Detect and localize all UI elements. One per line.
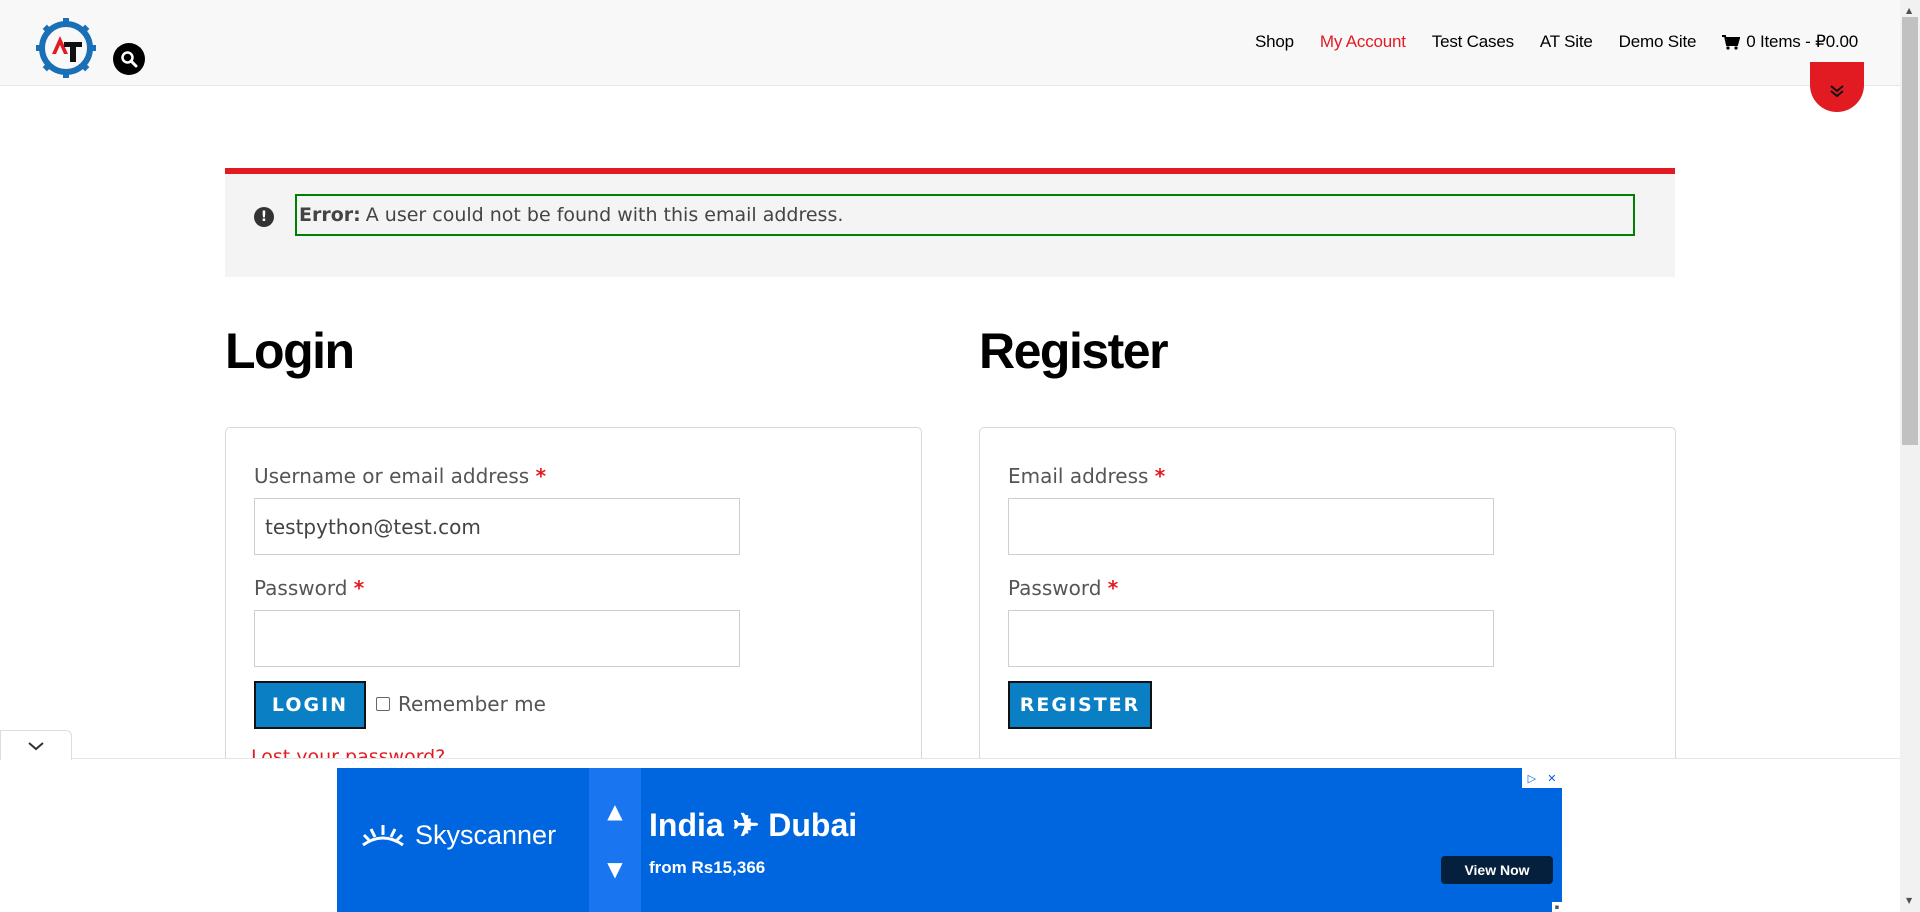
advertisement-banner[interactable]: Skyscanner ▲ ▼ India ✈ Dubai from Rs15,3… <box>337 768 1562 912</box>
site-logo[interactable] <box>34 16 102 84</box>
ad-choices[interactable]: ▷ ✕ <box>1522 768 1562 788</box>
username-input[interactable]: testpython@test.com <box>254 498 740 555</box>
error-text: A user could not be found with this emai… <box>365 204 844 226</box>
scroll-down-button[interactable] <box>1810 62 1864 112</box>
ad-brand: Skyscanner <box>361 820 556 851</box>
login-form: Username or email address * testpython@t… <box>225 427 922 768</box>
register-password-label: Password * <box>1008 576 1118 600</box>
ad-corner-marker-icon: ▪ <box>1552 902 1562 912</box>
nav-item-test-cases[interactable]: Test Cases <box>1432 32 1514 52</box>
site-header: Shop My Account Test Cases AT Site Demo … <box>0 0 1900 86</box>
double-chevron-down-icon <box>1830 85 1844 98</box>
remember-me-checkbox[interactable] <box>376 697 390 711</box>
caret-down-icon[interactable]: ▼ <box>607 857 622 881</box>
chevron-down-icon <box>28 741 44 750</box>
ad-view-now-button[interactable]: View Now <box>1441 856 1553 884</box>
ad-collapse-button[interactable] <box>0 730 72 760</box>
gear-logo-icon <box>36 18 96 78</box>
ad-route-from: India <box>649 807 724 843</box>
login-button[interactable]: LOGIN <box>254 681 366 729</box>
scroll-down-arrow-icon[interactable]: ▼ <box>1906 896 1912 905</box>
sunrise-logo-icon <box>362 824 404 846</box>
remember-me-label: Remember me <box>398 692 546 716</box>
ad-carousel-controls: ▲ ▼ <box>589 768 641 912</box>
register-password-label-text: Password <box>1008 576 1102 600</box>
scroll-thumb[interactable] <box>1902 17 1918 445</box>
email-label-text: Email address <box>1008 464 1149 488</box>
login-title: Login <box>225 323 355 379</box>
nav-item-at-site[interactable]: AT Site <box>1540 32 1593 52</box>
nav-item-demo-site[interactable]: Demo Site <box>1619 32 1697 52</box>
cart-icon <box>1722 34 1741 50</box>
ad-brand-name: Skyscanner <box>415 820 557 850</box>
ad-price: from Rs15,366 <box>649 858 766 877</box>
register-title: Register <box>979 323 1169 379</box>
airplane-icon: ✈ <box>732 807 760 843</box>
scroll-up-arrow-icon[interactable]: ▲ <box>1906 6 1912 15</box>
nav-item-shop[interactable]: Shop <box>1255 32 1294 52</box>
email-label: Email address * <box>1008 464 1165 488</box>
username-label-text: Username or email address <box>254 464 530 488</box>
nav-item-my-account[interactable]: My Account <box>1320 32 1406 52</box>
username-value: testpython@test.com <box>265 514 481 539</box>
exclamation-icon: ! <box>254 207 274 227</box>
ad-close-icon[interactable]: ✕ <box>1547 772 1556 785</box>
required-mark: * <box>353 576 365 600</box>
password-label-text: Password <box>254 576 348 600</box>
login-password-input[interactable] <box>254 610 740 667</box>
search-button[interactable] <box>113 43 145 75</box>
register-email-input[interactable] <box>1008 498 1494 555</box>
remember-me[interactable]: Remember me <box>376 692 546 716</box>
register-form: Email address * Password * REGISTER <box>979 427 1676 767</box>
cart-link[interactable]: 0 Items - ₽0.00 <box>1722 32 1858 52</box>
error-message: Error: A user could not be found with th… <box>295 194 1635 236</box>
cart-summary: 0 Items - ₽0.00 <box>1746 32 1858 51</box>
register-button[interactable]: REGISTER <box>1008 681 1152 729</box>
ad-headline: India ✈ Dubai <box>649 806 857 844</box>
username-label: Username or email address * <box>254 464 546 488</box>
register-password-input[interactable] <box>1008 610 1494 667</box>
search-icon <box>121 51 138 68</box>
page-scrollbar[interactable]: ▲ ▼ <box>1900 0 1920 912</box>
error-notice: ! Error: A user could not be found with … <box>225 168 1675 277</box>
ad-info-icon[interactable]: ▷ <box>1528 772 1536 785</box>
ad-route-to: Dubai <box>768 807 858 843</box>
required-mark: * <box>535 464 547 488</box>
main-nav: Shop My Account Test Cases AT Site Demo … <box>1255 32 1858 52</box>
required-mark: * <box>1107 576 1119 600</box>
error-prefix: Error: <box>299 204 361 226</box>
caret-up-icon[interactable]: ▲ <box>607 799 622 823</box>
required-mark: * <box>1154 464 1166 488</box>
password-label: Password * <box>254 576 364 600</box>
